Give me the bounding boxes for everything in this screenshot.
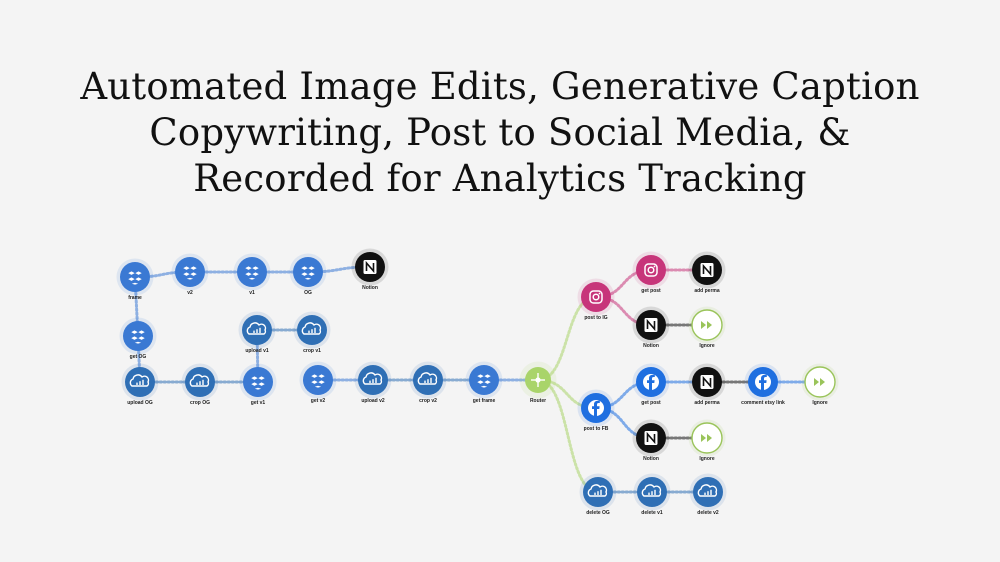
module-label: Notion <box>362 285 378 291</box>
facebook-icon <box>643 374 659 390</box>
module-circle <box>469 365 499 395</box>
module-notion-ig[interactable]: Notion <box>632 306 670 350</box>
module-label: crop OG <box>190 400 210 406</box>
module-get-post-fb[interactable]: get post <box>632 363 670 407</box>
module-label: get post <box>641 288 661 294</box>
module-label: delete v1 <box>641 510 663 516</box>
module-label: get OG <box>130 354 147 360</box>
module-get-og[interactable]: get OG <box>119 317 157 361</box>
module-label: Ignore <box>699 343 714 349</box>
module-get-post-ig[interactable]: get post <box>632 251 670 295</box>
module-label: v2 <box>187 290 193 296</box>
module-label: upload OG <box>127 400 153 406</box>
module-get-v2[interactable]: get v2 <box>299 361 337 405</box>
module-circle <box>636 255 666 285</box>
module-comment-link[interactable]: comment etsy link <box>741 363 785 407</box>
module-crop-v1[interactable]: crop v1 <box>293 311 331 355</box>
module-label: crop v2 <box>419 398 437 404</box>
module-post-ig[interactable]: post to IG <box>577 278 615 322</box>
module-label: delete v2 <box>697 510 719 516</box>
module-label: crop v1 <box>303 348 321 354</box>
module-crop-og[interactable]: crop OG <box>181 363 219 407</box>
module-delete-og[interactable]: delete OG <box>579 473 617 517</box>
module-circle <box>123 321 153 351</box>
facebook-icon <box>755 374 771 390</box>
module-label: get v2 <box>311 398 326 404</box>
module-add-perma-ig[interactable]: add perma <box>688 251 726 295</box>
module-upload-v2[interactable]: upload v2 <box>354 361 392 405</box>
module-circle <box>303 365 333 395</box>
module-circle <box>175 257 205 287</box>
notion-icon <box>700 375 714 389</box>
module-label: post to IG <box>584 315 607 321</box>
module-ignore-fb[interactable]: Ignore <box>688 419 726 463</box>
module-label: upload v2 <box>361 398 385 404</box>
module-label: add perma <box>694 288 720 294</box>
module-get-frame[interactable]: get frame <box>465 361 503 405</box>
module-delete-v2[interactable]: delete v2 <box>689 473 727 517</box>
workflow-diagram: frame v2 v1 OG Notion get OG upload v1 crop v1 u… <box>116 248 839 517</box>
module-label: delete OG <box>586 510 610 516</box>
module-notion-top[interactable]: Notion <box>351 248 389 292</box>
module-upload-v1[interactable]: upload v1 <box>238 311 276 355</box>
facebook-icon <box>588 400 604 416</box>
module-label: v1 <box>249 290 255 296</box>
module-frame[interactable]: frame <box>116 258 154 302</box>
notion-icon <box>644 318 658 332</box>
module-upload-og[interactable]: upload OG <box>121 363 159 407</box>
module-router[interactable]: Router <box>519 361 557 405</box>
module-label: Notion <box>643 456 659 462</box>
module-label: Ignore <box>699 456 714 462</box>
module-og[interactable]: OG <box>289 253 327 297</box>
module-label: OG <box>304 290 312 296</box>
module-circle <box>293 257 323 287</box>
module-get-v1[interactable]: get v1 <box>239 363 277 407</box>
module-label: get frame <box>473 398 496 404</box>
notion-icon <box>363 260 377 274</box>
module-circle <box>581 282 611 312</box>
module-label: frame <box>128 295 142 301</box>
module-label: Router <box>530 398 546 404</box>
module-ignore-fb2[interactable]: Ignore <box>801 363 839 407</box>
notion-icon <box>644 431 658 445</box>
module-circle <box>237 257 267 287</box>
module-delete-v1[interactable]: delete v1 <box>633 473 671 517</box>
module-circle <box>243 367 273 397</box>
module-label: add perma <box>694 400 720 406</box>
module-post-fb[interactable]: post to FB <box>577 389 615 433</box>
module-ignore-ig[interactable]: Ignore <box>688 306 726 350</box>
module-add-perma-fb[interactable]: add perma <box>688 363 726 407</box>
module-label: get v1 <box>251 400 266 406</box>
module-circle <box>120 262 150 292</box>
module-label: get post <box>641 400 661 406</box>
module-v2[interactable]: v2 <box>171 253 209 297</box>
module-notion-fb[interactable]: Notion <box>632 419 670 463</box>
module-v1[interactable]: v1 <box>233 253 271 297</box>
notion-icon <box>700 263 714 277</box>
module-label: Ignore <box>812 400 827 406</box>
module-label: Notion <box>643 343 659 349</box>
module-label: upload v1 <box>245 348 269 354</box>
module-label: comment etsy link <box>741 400 785 406</box>
module-label: post to FB <box>584 426 609 432</box>
module-crop-v2[interactable]: crop v2 <box>409 361 447 405</box>
